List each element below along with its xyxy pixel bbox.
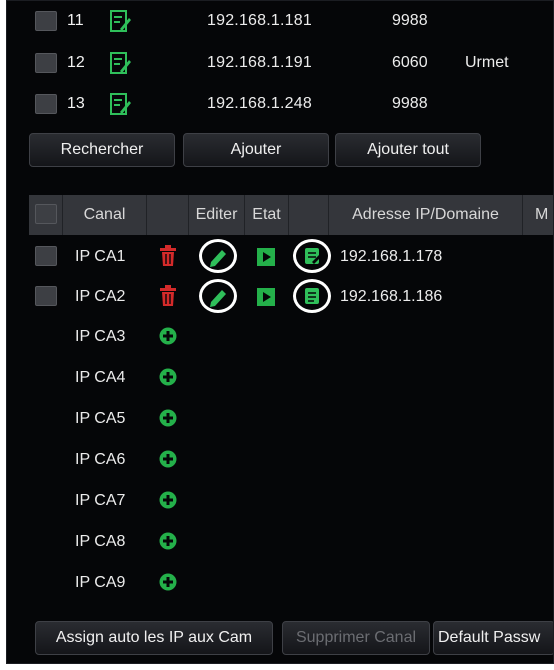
trash-icon[interactable] xyxy=(159,245,177,267)
document-icon[interactable] xyxy=(293,279,331,313)
config-column-header xyxy=(289,195,329,235)
add-circle-icon[interactable] xyxy=(159,327,177,345)
channel-name: IP CA2 xyxy=(75,288,126,305)
channel-ip: 192.168.1.178 xyxy=(340,248,443,265)
edit-note-icon[interactable] xyxy=(109,50,131,76)
select-all-checkbox[interactable] xyxy=(35,204,57,224)
channel-row[interactable]: IP CA7 xyxy=(7,481,553,521)
channel-name: IP CA1 xyxy=(75,248,126,265)
device-number: 13 xyxy=(67,95,85,112)
state-header: Etat xyxy=(245,195,289,235)
channel-checkbox[interactable] xyxy=(35,246,57,266)
channel-name: IP CA6 xyxy=(75,451,126,468)
device-port: 9988 xyxy=(392,95,428,112)
add-circle-icon[interactable] xyxy=(159,368,177,386)
channel-row[interactable]: IP CA6 xyxy=(7,440,553,480)
add-circle-icon[interactable] xyxy=(159,409,177,427)
edit-note-icon[interactable] xyxy=(109,8,131,34)
select-all-header[interactable] xyxy=(29,195,63,235)
pencil-icon[interactable] xyxy=(199,239,237,273)
add-circle-icon[interactable] xyxy=(159,532,177,550)
device-checkbox[interactable] xyxy=(35,53,57,73)
add-circle-icon[interactable] xyxy=(159,491,177,509)
default-password-button[interactable]: Default Passw xyxy=(433,621,553,655)
edit-note-icon[interactable] xyxy=(109,91,131,117)
device-ip: 192.168.1.181 xyxy=(207,12,312,29)
edit-header: Editer xyxy=(189,195,245,235)
ip-channel-screen: 11 192.168.1.181 9988 12 192.168.1.191 6… xyxy=(6,0,554,664)
channel-checkbox[interactable] xyxy=(35,286,57,306)
device-number: 12 xyxy=(67,54,85,71)
channel-row[interactable]: IP CA2 192.168.1.186 xyxy=(7,277,553,317)
device-row[interactable]: 13 192.168.1.248 9988 xyxy=(7,86,553,122)
play-icon[interactable] xyxy=(257,288,275,306)
channel-row[interactable]: IP CA8 xyxy=(7,522,553,562)
device-row[interactable]: 12 192.168.1.191 6060 Urmet xyxy=(7,45,553,81)
channel-row[interactable]: IP CA5 xyxy=(7,399,553,439)
trash-icon[interactable] xyxy=(159,285,177,307)
channel-header: Canal xyxy=(63,195,147,235)
search-button[interactable]: Rechercher xyxy=(29,133,175,167)
device-checkbox[interactable] xyxy=(35,94,57,114)
play-icon[interactable] xyxy=(257,248,275,266)
channel-row[interactable]: IP CA1 192.168.1.178 xyxy=(7,237,553,277)
channel-name: IP CA8 xyxy=(75,533,126,550)
assign-auto-ip-button[interactable]: Assign auto les IP aux Cam xyxy=(35,621,273,655)
device-number: 11 xyxy=(67,12,84,29)
pencil-icon[interactable] xyxy=(199,279,237,313)
add-button[interactable]: Ajouter xyxy=(183,133,329,167)
channel-row[interactable]: IP CA4 xyxy=(7,358,553,398)
delete-column-header xyxy=(147,195,189,235)
channel-row[interactable]: IP CA3 xyxy=(7,317,553,357)
device-port: 9988 xyxy=(392,12,428,29)
add-circle-icon[interactable] xyxy=(159,573,177,591)
device-ip: 192.168.1.191 xyxy=(207,54,312,71)
channel-name: IP CA4 xyxy=(75,369,126,386)
channel-ip: 192.168.1.186 xyxy=(340,288,443,305)
channel-row[interactable]: IP CA9 xyxy=(7,563,553,603)
document-icon[interactable] xyxy=(293,239,331,273)
device-checkbox[interactable] xyxy=(35,11,57,31)
device-ip: 192.168.1.248 xyxy=(207,95,312,112)
address-header: Adresse IP/Domaine xyxy=(329,195,523,235)
channel-name: IP CA9 xyxy=(75,574,126,591)
more-header: M xyxy=(523,195,553,235)
channel-name: IP CA7 xyxy=(75,492,126,509)
add-circle-icon[interactable] xyxy=(159,450,177,468)
device-port: 6060 xyxy=(392,54,428,71)
channel-name: IP CA5 xyxy=(75,410,126,427)
channel-name: IP CA3 xyxy=(75,328,126,345)
device-row[interactable]: 11 192.168.1.181 9988 xyxy=(7,3,553,39)
add-all-button[interactable]: Ajouter tout xyxy=(335,133,481,167)
device-brand: Urmet xyxy=(465,54,509,71)
delete-channel-button[interactable]: Supprimer Canal xyxy=(282,621,430,655)
